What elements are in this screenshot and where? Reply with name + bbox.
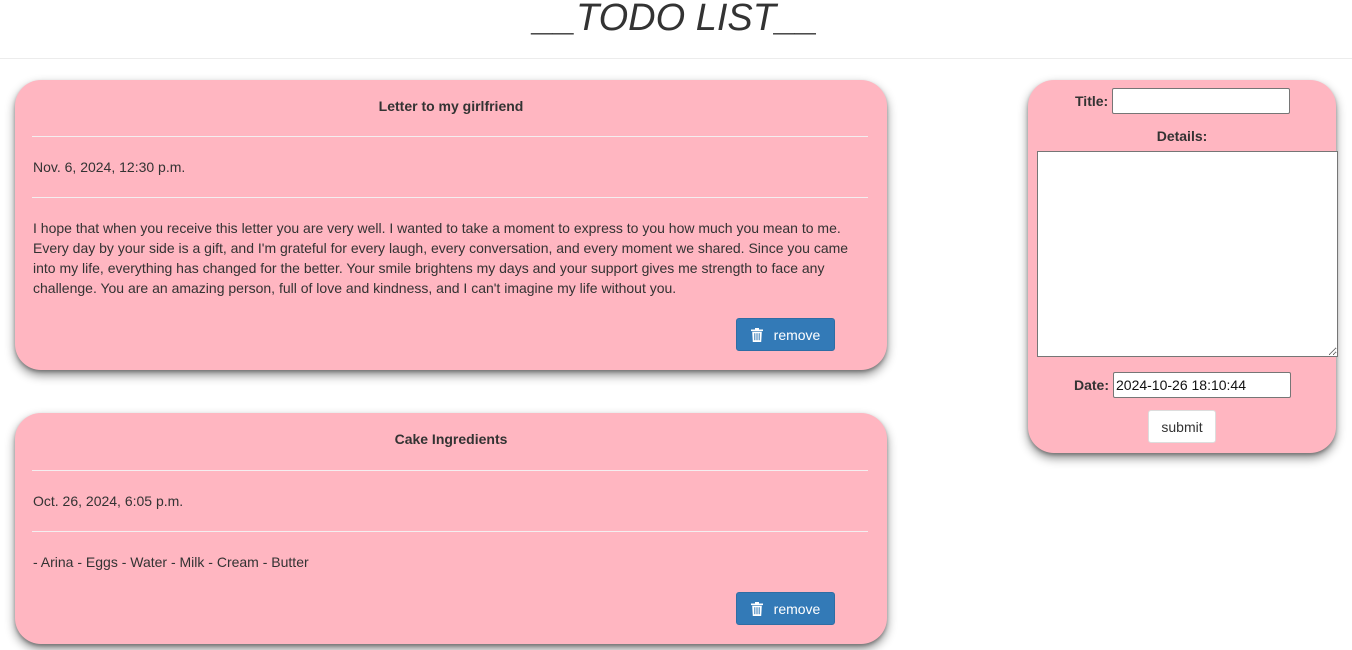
title-label: Title: [1075, 93, 1109, 109]
submit-button[interactable]: submit [1148, 410, 1216, 443]
divider [32, 531, 868, 532]
title-input[interactable] [1112, 88, 1290, 114]
divider [32, 136, 868, 137]
todo-title: Cake Ingredients [394, 431, 508, 447]
details-textarea[interactable] [1037, 151, 1338, 357]
todo-card: Cake Ingredients Oct. 26, 2024, 6:05 p.m… [15, 413, 887, 644]
todo-card: Letter to my girlfriend Nov. 6, 2024, 12… [15, 80, 887, 370]
resize-grip-icon[interactable] [877, 634, 886, 643]
todo-title: Letter to my girlfriend [378, 98, 524, 114]
page-header: __TODO LIST__ [0, 0, 1352, 59]
resize-grip-icon[interactable] [877, 360, 886, 369]
page-title: __TODO LIST__ [533, 0, 819, 39]
remove-button-label: remove [773, 326, 821, 343]
date-label: Date: [1074, 377, 1110, 393]
remove-button-label: remove [773, 600, 821, 617]
todo-details: I hope that when you receive this letter… [33, 220, 849, 296]
remove-button[interactable]: remove [736, 318, 835, 351]
trash-icon [750, 601, 763, 616]
divider [32, 470, 868, 471]
divider [32, 197, 868, 198]
remove-button[interactable]: remove [736, 592, 835, 625]
details-label: Details: [1156, 128, 1208, 144]
add-todo-form: Title: Details: Date: submit [1028, 80, 1338, 453]
todo-details: - Arina - Eggs - Water - Milk - Cream - … [33, 554, 309, 570]
todo-date: Oct. 26, 2024, 6:05 p.m. [33, 493, 184, 509]
date-input[interactable] [1113, 372, 1291, 398]
todo-date: Nov. 6, 2024, 12:30 p.m. [33, 159, 186, 175]
trash-icon [750, 327, 763, 342]
